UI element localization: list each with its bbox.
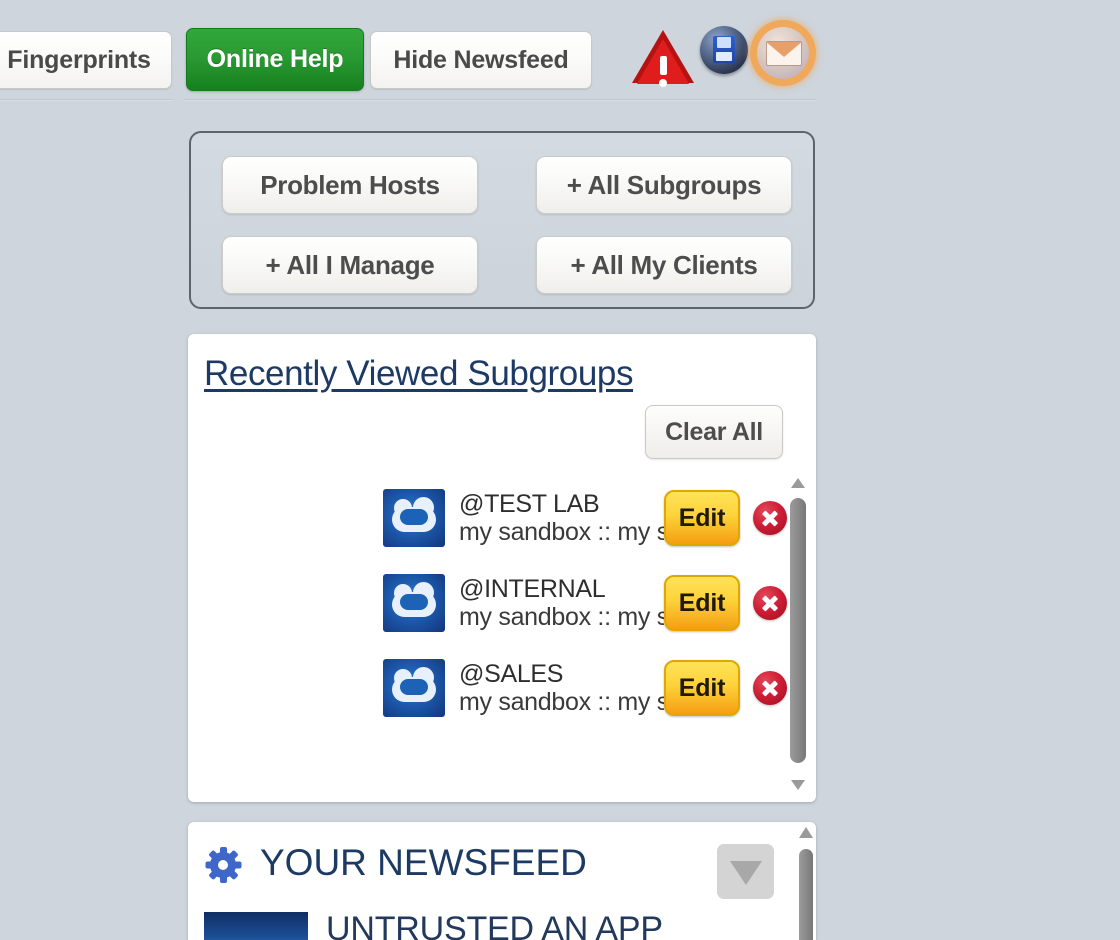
newsfeed-title: YOUR NEWSFEED bbox=[260, 842, 587, 883]
quick-actions-panel: Problem Hosts + All Subgroups + All I Ma… bbox=[189, 131, 815, 309]
subgroup-cloud-icon bbox=[383, 659, 445, 717]
recently-viewed-subgroups-list: @TEST LAB my sandbox :: my sandbox Mai… … bbox=[188, 476, 816, 792]
all-my-clients-button[interactable]: + All My Clients bbox=[536, 236, 792, 294]
all-i-manage-button[interactable]: + All I Manage bbox=[222, 236, 478, 294]
scroll-down-arrow-icon[interactable] bbox=[791, 780, 805, 790]
subgroup-cloud-icon bbox=[383, 574, 445, 632]
scroll-up-arrow-icon[interactable] bbox=[791, 478, 805, 488]
edit-button[interactable]: Edit bbox=[664, 660, 740, 716]
subgroup-path: my sandbox :: my sandbox Mai… bbox=[459, 602, 664, 631]
toolbar-divider-left bbox=[0, 99, 172, 101]
recently-viewed-subgroups-title[interactable]: Recently Viewed Subgroups bbox=[204, 354, 633, 394]
problem-hosts-button[interactable]: Problem Hosts bbox=[222, 156, 478, 214]
gear-icon[interactable] bbox=[204, 846, 242, 884]
list-item-text: @TEST LAB my sandbox :: my sandbox Mai… bbox=[459, 491, 664, 546]
save-disk-icon[interactable] bbox=[700, 26, 748, 74]
delete-icon[interactable] bbox=[753, 671, 787, 705]
list-item-text: @INTERNAL my sandbox :: my sandbox Mai… bbox=[459, 576, 664, 631]
chevron-down-icon bbox=[730, 861, 762, 885]
subgroup-cloud-icon bbox=[383, 489, 445, 547]
edit-button[interactable]: Edit bbox=[664, 575, 740, 631]
hide-newsfeed-button[interactable]: Hide Newsfeed bbox=[370, 31, 592, 89]
all-subgroups-button[interactable]: + All Subgroups bbox=[536, 156, 792, 214]
subgroup-name: @TEST LAB bbox=[459, 490, 600, 518]
subgroup-name: @INTERNAL bbox=[459, 575, 606, 603]
subgroup-name: @SALES bbox=[459, 660, 564, 688]
toolbar-divider-right bbox=[184, 99, 816, 101]
save-icon-shutter bbox=[717, 37, 731, 48]
fingerprints-button[interactable]: Fingerprints bbox=[0, 31, 172, 89]
delete-icon[interactable] bbox=[753, 501, 787, 535]
newsfeed-thumbnail bbox=[204, 912, 308, 940]
alert-exclamation-dot bbox=[659, 79, 667, 87]
mail-envelope-icon[interactable] bbox=[750, 20, 816, 86]
list-item-text: @SALES my sandbox :: my sandbox Mai… bbox=[459, 661, 664, 716]
delete-icon[interactable] bbox=[753, 586, 787, 620]
alert-exclamation-bar bbox=[659, 56, 667, 75]
mail-icon-envelope bbox=[766, 41, 802, 66]
list-item[interactable]: @SALES my sandbox :: my sandbox Mai… Edi… bbox=[196, 646, 796, 730]
subgroup-path: my sandbox :: my sandbox Mai… bbox=[459, 517, 664, 546]
clear-all-button[interactable]: Clear All bbox=[645, 405, 783, 459]
list-item[interactable]: @INTERNAL my sandbox :: my sandbox Mai… … bbox=[196, 561, 796, 645]
newsfeed-collapse-button[interactable] bbox=[717, 844, 774, 899]
newsfeed-item[interactable]: UNTRUSTED AN APP bbox=[204, 910, 764, 940]
page-scroll-up-arrow-icon[interactable] bbox=[799, 827, 813, 838]
scrollbar-thumb[interactable] bbox=[790, 498, 806, 763]
save-icon-label bbox=[716, 52, 732, 61]
page-scrollbar[interactable] bbox=[796, 824, 816, 940]
subgroup-path: my sandbox :: my sandbox Mai… bbox=[459, 687, 664, 716]
newsfeed-card: YOUR NEWSFEED UNTRUSTED AN APP bbox=[188, 822, 816, 940]
top-toolbar: Fingerprints Online Help Hide Newsfeed bbox=[0, 0, 1120, 104]
alert-triangle-icon[interactable] bbox=[632, 28, 694, 87]
edit-button[interactable]: Edit bbox=[664, 490, 740, 546]
online-help-button[interactable]: Online Help bbox=[186, 28, 364, 91]
recently-viewed-subgroups-card: Recently Viewed Subgroups Clear All @TES… bbox=[188, 334, 816, 802]
list-item[interactable]: @TEST LAB my sandbox :: my sandbox Mai… … bbox=[196, 476, 796, 560]
subgroups-list-scrollbar[interactable] bbox=[788, 476, 808, 792]
newsfeed-headline: UNTRUSTED AN APP bbox=[326, 910, 663, 940]
page-scrollbar-thumb[interactable] bbox=[799, 849, 813, 940]
